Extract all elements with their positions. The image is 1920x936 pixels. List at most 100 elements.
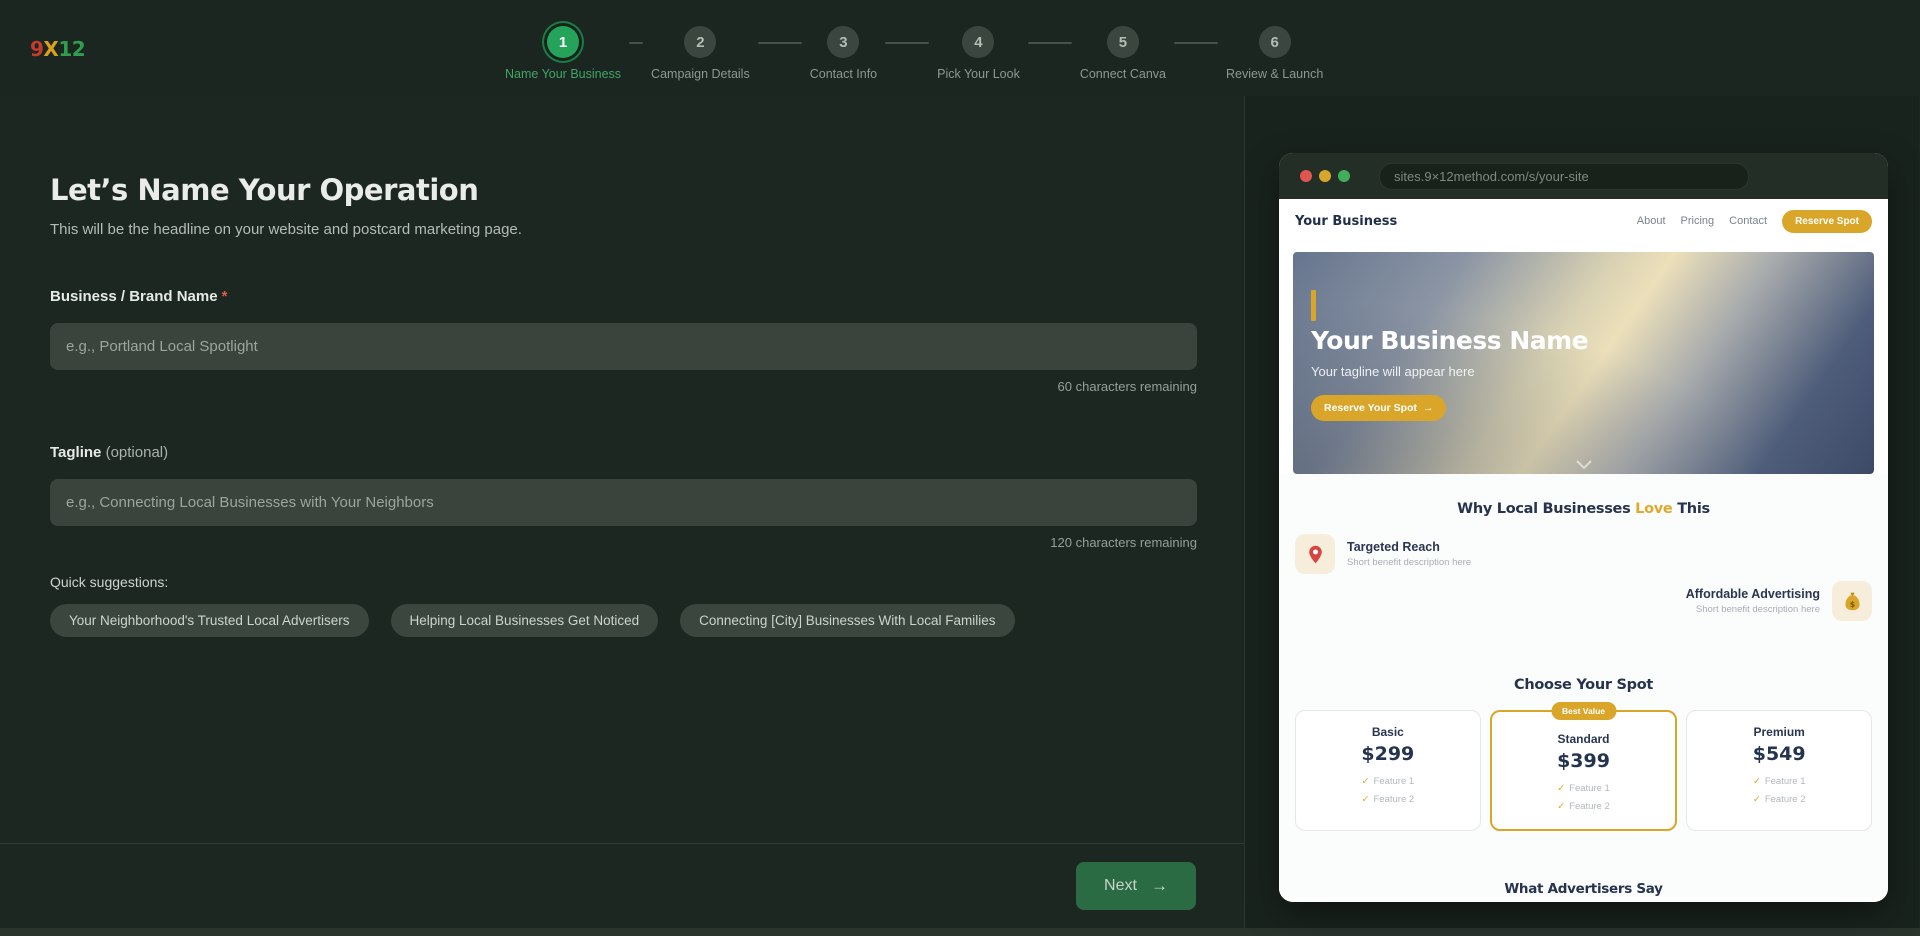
step-1-circle[interactable]: 1 [547,26,579,58]
testimonials-title: What Advertisers Say [1279,881,1888,897]
check-icon: ✓ [1362,776,1370,787]
app-header: 9X12 1 Name Your Business 2 Campaign Det… [0,0,1920,96]
benefit-description: Short benefit description here [1686,604,1820,615]
plan-feature: ✓ Feature 2 [1500,798,1668,816]
preview-hero-cta-button: Reserve Your Spot → [1311,395,1446,421]
business-name-label-text: Business / Brand Name [50,288,218,305]
step-3-label: Contact Info [810,67,877,81]
step-2-circle[interactable]: 2 [684,26,716,58]
best-value-badge: Best Value [1551,702,1616,720]
logo-part-gold: X [43,37,58,61]
plan-price: $399 [1500,750,1668,772]
step-connect-canva[interactable]: 5 Connect Canva [1080,26,1166,81]
page-subtitle: This will be the headline on your websit… [50,221,1196,238]
preview-site: Your Business About Pricing Contact Rese… [1279,199,1888,902]
step-campaign-details[interactable]: 2 Campaign Details [651,26,750,81]
benefit-title: Affordable Advertising [1686,587,1820,601]
browser-chrome: sites.9×12method.com/s/your-site [1279,153,1888,199]
business-name-input[interactable] [50,323,1197,370]
bottom-edge-strip [0,928,1920,936]
quick-suggestions-label: Quick suggestions: [50,574,1196,590]
plan-feature-text: Feature 2 [1765,794,1806,805]
brand-logo: 9X12 [30,37,85,61]
step-connector [1028,42,1072,44]
money-bag-icon: $ [1832,581,1872,621]
plan-feature-text: Feature 1 [1569,783,1610,794]
url-bar: sites.9×12method.com/s/your-site [1379,163,1749,190]
tagline-label-text: Tagline [50,444,101,461]
step-5-circle[interactable]: 5 [1107,26,1139,58]
benefits-title-highlight: Love [1635,501,1672,517]
logo-part-green: 12 [58,37,85,61]
step-3-circle[interactable]: 3 [827,26,859,58]
check-icon: ✓ [1557,801,1565,812]
preview-benefits-section: Why Local Businesses Love This T [1279,474,1888,897]
check-icon: ✓ [1557,783,1565,794]
check-icon: ✓ [1753,776,1761,787]
plan-feature: ✓Feature 1 [1304,773,1472,791]
traffic-light-minimize-icon [1319,170,1331,182]
business-name-label: Business / Brand Name* [50,288,1196,305]
traffic-light-close-icon [1300,170,1312,182]
plan-name: Premium [1695,725,1863,739]
page-title: Let’s Name Your Operation [50,173,1196,207]
benefits-title-pre: Why Local Businesses [1457,501,1635,517]
plan-feature: ✓ Feature 2 [1695,791,1863,809]
arrow-right-icon: → [1423,402,1434,414]
next-button-label: Next [1104,877,1137,895]
step-pick-your-look[interactable]: 4 Pick Your Look [937,26,1020,81]
preview-nav-contact: Contact [1729,215,1767,227]
step-2-label: Campaign Details [651,67,750,81]
plan-card-standard: Best Value Standard $399 ✓Feature 1 ✓Fea… [1490,710,1678,831]
step-4-circle[interactable]: 4 [962,26,994,58]
pin-icon [1295,534,1335,574]
pricing-title: Choose Your Spot [1279,677,1888,693]
suggestion-chip[interactable]: Helping Local Businesses Get Noticed [391,604,659,637]
step-connector [1174,42,1218,44]
preview-hero-cta-label: Reserve Your Spot [1324,402,1417,414]
plan-feature-text: Feature 2 [1569,801,1610,812]
main-area: Let’s Name Your Operation This will be t… [0,96,1920,928]
plan-price: $299 [1304,743,1472,765]
traffic-light-maximize-icon [1338,170,1350,182]
tagline-input[interactable] [50,479,1197,526]
chevron-down-icon [1576,460,1592,469]
plan-feature-text: Feature 2 [1373,794,1414,805]
plan-feature-text: Feature 1 [1765,776,1806,787]
next-button[interactable]: Next → [1076,862,1196,910]
business-char-counter: 60 characters remaining [50,379,1197,394]
check-icon: ✓ [1362,794,1370,805]
logo-part-red: 9 [30,37,43,61]
svg-text:$: $ [1849,599,1854,608]
step-review-launch[interactable]: 6 Review & Launch [1226,26,1323,81]
benefits-title-post: This [1672,501,1709,517]
plan-name: Basic [1304,725,1472,739]
tagline-optional-text: (optional) [106,444,169,461]
step-connector [885,42,929,44]
step-connector [629,42,643,44]
pricing-plans: Basic $299 ✓Feature 1 ✓Feature 2 Best Va… [1295,710,1872,831]
preview-reserve-spot-button: Reserve Spot [1782,210,1872,233]
step-6-circle[interactable]: 6 [1259,26,1291,58]
form-pane: Let’s Name Your Operation This will be t… [0,96,1245,928]
benefit-item: Affordable Advertising Short benefit des… [1279,581,1888,621]
step-4-label: Pick Your Look [937,67,1020,81]
preview-brand-name: Your Business [1295,214,1397,229]
preview-hero: Your Business Name Your tagline will app… [1293,252,1874,474]
plan-card-basic: Basic $299 ✓Feature 1 ✓Feature 2 [1295,710,1481,831]
tagline-char-counter: 120 characters remaining [50,535,1197,550]
step-6-label: Review & Launch [1226,67,1323,81]
tagline-label: Tagline (optional) [50,444,1196,461]
text-cursor-bar [1311,290,1316,321]
step-contact-info[interactable]: 3 Contact Info [810,26,877,81]
suggestion-chip[interactable]: Your Neighborhood's Trusted Local Advert… [50,604,369,637]
preview-nav: About Pricing Contact Reserve Spot [1637,210,1872,233]
check-icon: ✓ [1753,794,1761,805]
preview-hero-title: Your Business Name [1311,326,1588,355]
step-connector [758,42,802,44]
suggestion-chip[interactable]: Connecting [City] Businesses With Local … [680,604,1014,637]
benefits-title: Why Local Businesses Love This [1279,501,1888,517]
step-name-your-business[interactable]: 1 Name Your Business [505,26,621,81]
wizard-stepper: 1 Name Your Business 2 Campaign Details … [505,26,1323,81]
plan-feature-text: Feature 1 [1373,776,1414,787]
